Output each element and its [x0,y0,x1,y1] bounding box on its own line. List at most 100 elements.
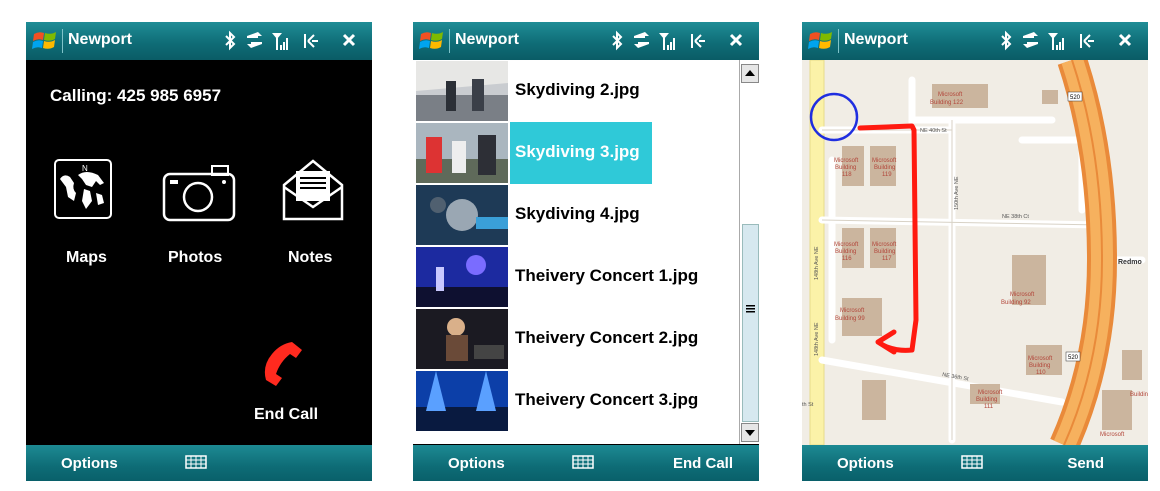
svg-text:Building: Building [874,249,895,255]
list-item[interactable]: Theivery Concert 3.jpg [413,370,739,432]
svg-text:Microsoft: Microsoft [1028,356,1053,362]
arrow-down-icon [745,430,755,436]
app-title: Newport [844,31,908,48]
photo-thumbnail [416,371,508,431]
map-canvas[interactable]: MicrosoftBuilding 122 MicrosoftBuilding1… [802,55,1148,462]
photo-filename: Skydiving 3.jpg [515,142,640,161]
status-icons [612,30,743,51]
svg-text:118: 118 [842,172,852,178]
photos-label[interactable]: Photos [168,249,222,267]
status-icons [1001,30,1132,51]
photo-filename: Theivery Concert 3.jpg [515,390,699,409]
keyboard-icon[interactable] [572,455,594,469]
bluetooth-icon [225,30,236,51]
signal-strength-icon [1048,33,1064,50]
photo-filename: Theivery Concert 2.jpg [515,328,699,347]
photo-list-phone: Newport Skydiving 2.jpg Skydiving 3.jpg … [413,22,759,481]
app-title: Newport [68,31,132,48]
scroll-down-button[interactable] [741,423,759,442]
svg-text:Microsoft: Microsoft [834,158,859,164]
bluetooth-icon [1001,30,1012,51]
list-item-selected[interactable]: Skydiving 3.jpg [413,122,739,184]
list-item[interactable]: Skydiving 4.jpg [413,184,739,246]
scroll-thumb[interactable] [742,224,759,422]
close-icon [1118,33,1132,47]
options-softkey[interactable]: Options [837,455,894,472]
keyboard-icon[interactable] [961,455,983,469]
status-icons [225,30,356,51]
svg-text:Microsoft: Microsoft [840,308,865,314]
data-connection-icon [1023,32,1038,48]
svg-text:th St: th St [802,402,814,408]
end-call-softkey[interactable]: End Call [673,455,733,472]
photo-thumbnail [416,123,508,183]
svg-text:Building: Building [1029,363,1050,369]
arrow-up-icon [745,70,755,76]
svg-text:Redmo: Redmo [1118,259,1142,266]
windows-start-icon[interactable] [808,28,836,54]
svg-text:Microsoft: Microsoft [938,92,963,98]
photo-thumbnail [416,61,508,121]
photo-filename: Skydiving 2.jpg [515,80,640,99]
end-call-icon[interactable] [258,340,306,386]
list-item[interactable]: Theivery Concert 2.jpg [413,308,739,370]
svg-text:Microsoft: Microsoft [872,242,897,248]
data-connection-icon [247,32,262,48]
world-map-icon[interactable]: N [52,157,114,221]
speaker-volume-icon [304,34,318,48]
photo-thumbnail [416,185,508,245]
send-softkey[interactable]: Send [1067,455,1104,472]
signal-strength-icon [272,33,288,50]
calling-status: Calling: 425 985 6957 [50,86,222,105]
photo-thumbnail [416,247,508,307]
notes-label[interactable]: Notes [288,249,332,267]
camera-icon[interactable] [162,164,238,224]
svg-text:148th Ave NE: 148th Ave NE [814,322,820,356]
svg-text:NE 40th St: NE 40th St [920,128,947,134]
soft-key-bar: Options Send [802,445,1148,481]
svg-text:N: N [82,164,88,173]
title-bar: Newport [413,22,759,60]
list-item[interactable]: Theivery Concert 1.jpg [413,246,739,308]
envelope-icon[interactable] [280,155,346,223]
photo-thumbnail [416,309,508,369]
signal-strength-icon [659,33,675,50]
grip-icon [746,305,755,313]
options-softkey[interactable]: Options [61,455,118,472]
svg-text:Microsoft: Microsoft [1010,292,1035,298]
speaker-volume-icon [1080,34,1094,48]
close-icon [342,33,356,47]
scroll-up-button[interactable] [741,64,759,83]
end-call-button[interactable]: End Call [254,406,318,424]
svg-text:Building: Building [874,165,895,171]
soft-key-bar: Options End Call [413,445,759,481]
keyboard-icon[interactable] [185,455,207,469]
speaker-volume-icon [691,34,705,48]
svg-text:Building: Building [835,165,856,171]
map-view[interactable]: Microsoft Building 122 Microsoft Building 1… [802,55,1148,462]
svg-text:520: 520 [1070,95,1081,101]
call-screen-phone: Newport Calling: 425 985 6957 N Maps Pho… [26,22,372,481]
list-item[interactable]: Skydiving 2.jpg [413,60,739,122]
bluetooth-icon [612,30,623,51]
svg-text:Buildin: Buildin [1130,392,1148,398]
svg-text:Building 122: Building 122 [930,100,964,106]
svg-text:110: 110 [1036,370,1046,376]
map-phone: Newport Microsoft Building 122 Microsoft… [802,22,1148,481]
svg-text:150th Ave NE: 150th Ave NE [954,176,960,210]
svg-text:Building 92: Building 92 [1001,300,1031,306]
photo-filename: Theivery Concert 1.jpg [515,266,699,285]
svg-text:Building: Building [835,249,856,255]
windows-start-icon[interactable] [32,28,60,54]
svg-text:Building: Building [976,397,997,403]
svg-text:117: 117 [882,256,892,262]
photo-filename: Skydiving 4.jpg [515,204,640,223]
scrollbar[interactable] [739,60,759,444]
options-softkey[interactable]: Options [448,455,505,472]
windows-start-icon[interactable] [419,28,447,54]
close-icon [729,33,743,47]
title-bar: Newport [802,22,1148,60]
title-bar: Newport [26,22,372,60]
maps-label[interactable]: Maps [66,249,107,267]
svg-text:Building 99: Building 99 [835,316,865,322]
